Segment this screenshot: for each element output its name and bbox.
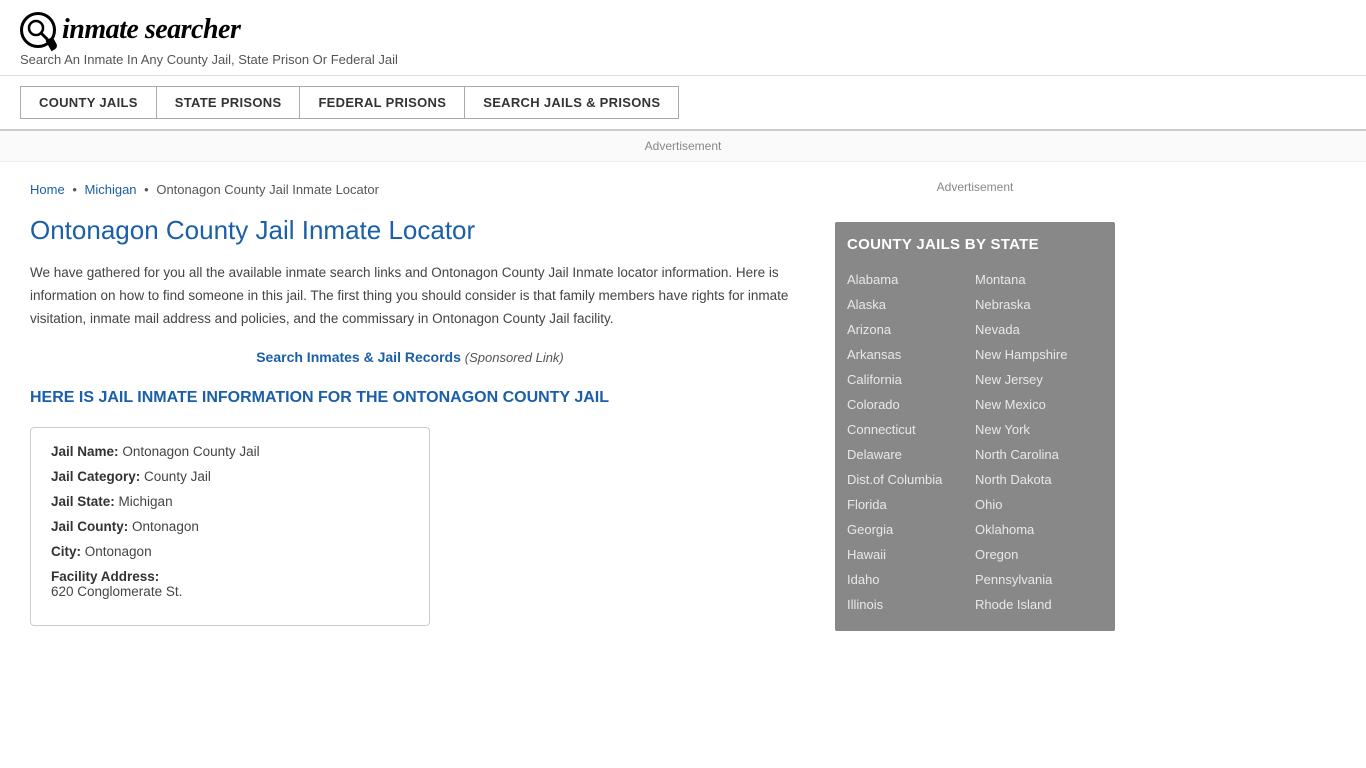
jail-category-value: County Jail: [144, 469, 211, 484]
state-alabama[interactable]: Alabama: [847, 267, 975, 292]
state-oklahoma[interactable]: Oklahoma: [975, 517, 1103, 542]
state-hawaii[interactable]: Hawaii: [847, 542, 975, 567]
jail-city-value: Ontonagon: [85, 544, 152, 559]
content-area: Home • Michigan • Ontonagon County Jail …: [0, 162, 820, 646]
page-description: We have gathered for you all the availab…: [30, 262, 790, 331]
nav-buttons: COUNTY JAILS STATE PRISONS FEDERAL PRISO…: [20, 86, 1346, 119]
jail-county-row: Jail County: Ontonagon: [51, 519, 409, 534]
state-montana[interactable]: Montana: [975, 267, 1103, 292]
state-connecticut[interactable]: Connecticut: [847, 417, 975, 442]
jail-name-row: Jail Name: Ontonagon County Jail: [51, 444, 409, 459]
federal-prisons-nav-btn[interactable]: FEDERAL PRISONS: [300, 86, 465, 119]
state-dist-columbia[interactable]: Dist.of Columbia: [847, 467, 975, 492]
jail-info-box: Jail Name: Ontonagon County Jail Jail Ca…: [30, 427, 430, 626]
page-title: Ontonagon County Jail Inmate Locator: [30, 215, 790, 246]
state-nebraska[interactable]: Nebraska: [975, 292, 1103, 317]
breadcrumb-home[interactable]: Home: [30, 182, 65, 197]
breadcrumb-sep2: •: [144, 182, 149, 197]
jail-name-label: Jail Name:: [51, 444, 119, 459]
state-california[interactable]: California: [847, 367, 975, 392]
breadcrumb-current: Ontonagon County Jail Inmate Locator: [156, 182, 379, 197]
state-new-jersey[interactable]: New Jersey: [975, 367, 1103, 392]
state-georgia[interactable]: Georgia: [847, 517, 975, 542]
states-col2: Montana Nebraska Nevada New Hampshire Ne…: [975, 267, 1103, 617]
search-jails-nav-btn[interactable]: SEARCH JAILS & PRISONS: [465, 86, 679, 119]
states-grid: Alabama Alaska Arizona Arkansas Californ…: [847, 267, 1103, 617]
sponsored-link[interactable]: Search Inmates & Jail Records: [256, 349, 461, 365]
state-illinois[interactable]: Illinois: [847, 592, 975, 617]
main-layout: Home • Michigan • Ontonagon County Jail …: [0, 162, 1366, 646]
state-delaware[interactable]: Delaware: [847, 442, 975, 467]
site-header: inmate searcher Search An Inmate In Any …: [0, 0, 1366, 76]
site-logo-text: inmate searcher: [62, 14, 240, 46]
state-new-mexico[interactable]: New Mexico: [975, 392, 1103, 417]
logo-icon: [20, 12, 56, 48]
state-colorado[interactable]: Colorado: [847, 392, 975, 417]
section-heading: HERE IS JAIL INMATE INFORMATION FOR THE …: [30, 387, 790, 409]
state-arkansas[interactable]: Arkansas: [847, 342, 975, 367]
state-new-hampshire[interactable]: New Hampshire: [975, 342, 1103, 367]
jail-category-label: Jail Category:: [51, 469, 140, 484]
state-north-carolina[interactable]: North Carolina: [975, 442, 1103, 467]
breadcrumb: Home • Michigan • Ontonagon County Jail …: [30, 182, 790, 197]
jail-county-value: Ontonagon: [132, 519, 199, 534]
breadcrumb-sep1: •: [72, 182, 77, 197]
jail-address-row: Facility Address: 620 Conglomerate St.: [51, 569, 409, 599]
site-tagline: Search An Inmate In Any County Jail, Sta…: [20, 52, 1346, 67]
state-arizona[interactable]: Arizona: [847, 317, 975, 342]
jail-city-label: City:: [51, 544, 81, 559]
sponsored-link-area: Search Inmates & Jail Records (Sponsored…: [30, 349, 790, 365]
jail-address-value: 620 Conglomerate St.: [51, 584, 409, 599]
main-nav: COUNTY JAILS STATE PRISONS FEDERAL PRISO…: [0, 76, 1366, 131]
state-rhode-island[interactable]: Rhode Island: [975, 592, 1103, 617]
county-jails-by-state-box: COUNTY JAILS BY STATE Alabama Alaska Ari…: [835, 222, 1115, 631]
jail-state-row: Jail State: Michigan: [51, 494, 409, 509]
logo-area: inmate searcher: [20, 12, 1346, 48]
sidebar: Advertisement COUNTY JAILS BY STATE Alab…: [820, 162, 1130, 646]
sponsored-link-label: (Sponsored Link): [465, 350, 564, 365]
state-pennsylvania[interactable]: Pennsylvania: [975, 567, 1103, 592]
state-ohio[interactable]: Ohio: [975, 492, 1103, 517]
state-prisons-nav-btn[interactable]: STATE PRISONS: [157, 86, 301, 119]
state-oregon[interactable]: Oregon: [975, 542, 1103, 567]
state-florida[interactable]: Florida: [847, 492, 975, 517]
state-idaho[interactable]: Idaho: [847, 567, 975, 592]
states-col1: Alabama Alaska Arizona Arkansas Californ…: [847, 267, 975, 617]
breadcrumb-state[interactable]: Michigan: [85, 182, 137, 197]
jail-name-value: Ontonagon County Jail: [122, 444, 259, 459]
top-advertisement: Advertisement: [0, 131, 1366, 162]
state-nevada[interactable]: Nevada: [975, 317, 1103, 342]
county-jails-nav-btn[interactable]: COUNTY JAILS: [20, 86, 157, 119]
jail-address-label: Facility Address:: [51, 569, 159, 584]
sidebar-advertisement: Advertisement: [835, 172, 1115, 202]
state-alaska[interactable]: Alaska: [847, 292, 975, 317]
jail-city-row: City: Ontonagon: [51, 544, 409, 559]
state-north-dakota[interactable]: North Dakota: [975, 467, 1103, 492]
county-jails-box-title: COUNTY JAILS BY STATE: [847, 236, 1103, 253]
jail-category-row: Jail Category: County Jail: [51, 469, 409, 484]
state-new-york[interactable]: New York: [975, 417, 1103, 442]
jail-state-label: Jail State:: [51, 494, 115, 509]
jail-state-value: Michigan: [119, 494, 173, 509]
jail-county-label: Jail County:: [51, 519, 128, 534]
